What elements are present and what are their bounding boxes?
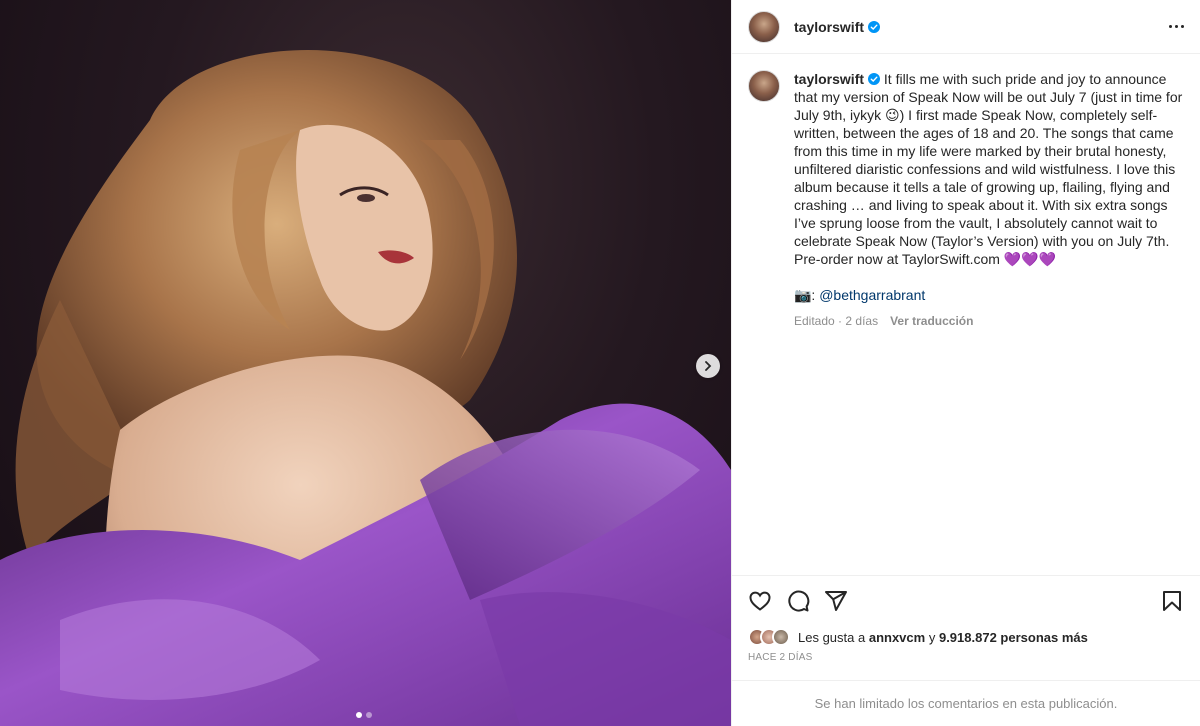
instagram-post: taylorswift taylorswift It fills me with… <box>0 0 1200 726</box>
paper-plane-icon[interactable] <box>824 589 848 613</box>
verified-badge-icon <box>868 73 881 85</box>
likes-user-link[interactable]: annxvcm <box>869 630 925 645</box>
caption-author-avatar[interactable] <box>748 70 780 102</box>
heart-icon[interactable] <box>748 589 772 613</box>
photo-credit: 📷: @bethgarrabrant <box>794 286 1184 304</box>
likes-text: Les gusta a annxvcm y 9.918.872 personas… <box>798 630 1088 645</box>
caption: taylorswift It fills me with such pride … <box>794 70 1184 576</box>
likes-prefix: Les gusta a <box>798 629 866 645</box>
comments-limited-notice: Se han limitado los comentarios en esta … <box>732 680 1200 726</box>
caption-username[interactable]: taylorswift <box>794 71 864 87</box>
likes-conjunction: y <box>928 629 936 645</box>
carousel-dot-2 <box>366 712 372 718</box>
caption-meta: Editado · 2 días Ver traducción <box>794 312 1184 330</box>
edited-time: 2 días <box>845 314 879 328</box>
liker-avatars[interactable] <box>748 628 790 646</box>
liker-avatar <box>772 628 790 646</box>
post-side-panel: taylorswift taylorswift It fills me with… <box>731 0 1200 726</box>
comment-icon[interactable] <box>786 589 810 613</box>
chevron-right-icon <box>705 361 712 371</box>
next-image-button[interactable] <box>696 354 720 378</box>
author-username[interactable]: taylorswift <box>794 19 864 35</box>
see-translation-button[interactable]: Ver traducción <box>890 312 973 330</box>
carousel-indicator <box>356 712 372 718</box>
more-options-icon[interactable] <box>1169 25 1184 28</box>
actions-section: Les gusta a annxvcm y 9.918.872 personas… <box>732 575 1200 663</box>
action-buttons <box>748 588 1184 614</box>
post-timestamp[interactable]: Hace 2 días <box>748 652 1184 663</box>
bookmark-icon[interactable] <box>1160 589 1184 613</box>
author-avatar[interactable] <box>748 10 780 43</box>
meta-separator: · <box>838 314 843 328</box>
post-header: taylorswift <box>732 0 1200 54</box>
post-photo <box>0 50 731 726</box>
photo-credit-link[interactable]: @bethgarrabrant <box>819 287 925 303</box>
edited-label: Editado <box>794 314 835 328</box>
caption-section: taylorswift It fills me with such pride … <box>732 54 1200 576</box>
carousel-dot-1 <box>356 712 362 718</box>
verified-badge-icon <box>868 20 881 33</box>
post-media[interactable] <box>0 0 731 726</box>
photo-credit-prefix: 📷: <box>794 287 816 303</box>
likes-count-link[interactable]: 9.918.872 personas más <box>939 630 1088 645</box>
likes-summary: Les gusta a annxvcm y 9.918.872 personas… <box>748 628 1184 646</box>
caption-text: It fills me with such pride and joy to a… <box>794 71 1183 267</box>
